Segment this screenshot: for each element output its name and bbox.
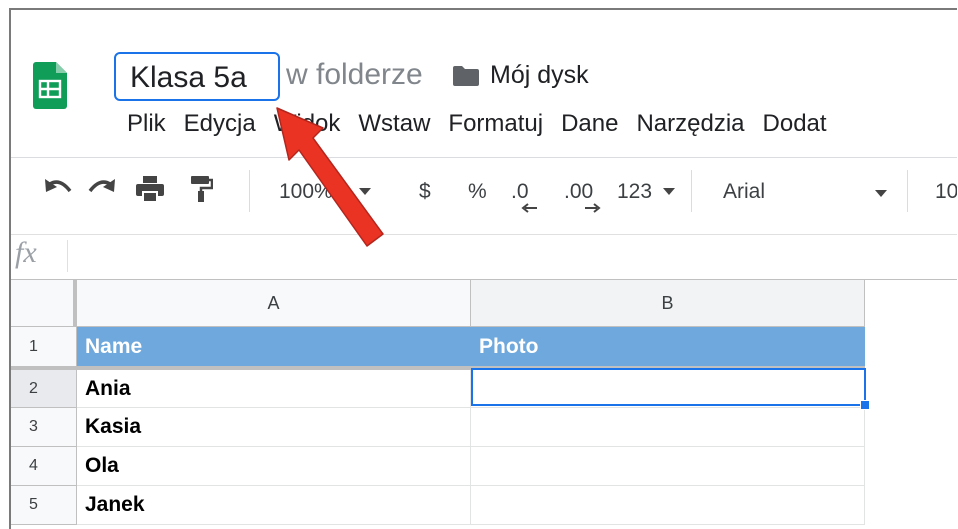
cell-a1[interactable]: Name [77, 327, 471, 367]
menu-edit[interactable]: Edycja [184, 110, 256, 146]
row-header-2[interactable]: 2 [11, 370, 77, 408]
percent-format-button[interactable]: % [468, 180, 487, 204]
cell-b3[interactable] [471, 408, 865, 447]
column-header-b[interactable]: B [471, 280, 865, 327]
print-icon[interactable] [135, 175, 165, 203]
menu-format[interactable]: Formatuj [448, 110, 543, 146]
cell-a4[interactable]: Ola [77, 447, 471, 486]
menu-file[interactable]: Plik [127, 110, 166, 146]
cell-a5[interactable]: Janek [77, 486, 471, 525]
arrow-left-icon [521, 203, 537, 213]
folder-name-link[interactable]: Mój dysk [490, 61, 589, 90]
document-title-input[interactable]: Klasa 5a [114, 52, 280, 101]
redo-icon[interactable] [87, 175, 117, 203]
row-header-4[interactable]: 4 [11, 447, 77, 486]
app-window: Klasa 5a w folderze Mój dysk Plik Edycja… [9, 8, 957, 529]
currency-format-button[interactable]: $ [419, 180, 431, 204]
toolbar-divider [691, 170, 692, 212]
selected-cell-outline [471, 368, 866, 406]
undo-icon[interactable] [43, 175, 73, 203]
formula-bar[interactable] [11, 234, 957, 280]
folder-icon [453, 66, 479, 86]
menu-data[interactable]: Dane [561, 110, 618, 146]
toolbar-divider [907, 170, 908, 212]
chevron-down-icon [875, 190, 887, 197]
menu-bar: Plik Edycja Widok Wstaw Formatuj Dane Na… [127, 110, 845, 146]
cell-a3[interactable]: Kasia [77, 408, 471, 447]
font-size-select[interactable]: 10 [935, 180, 957, 204]
fx-icon: fx [15, 236, 37, 269]
row-header-5[interactable]: 5 [11, 486, 77, 525]
menu-addons[interactable]: Dodat [763, 110, 827, 146]
cell-b4[interactable] [471, 447, 865, 486]
increase-decimals-button[interactable]: .00 [564, 180, 593, 204]
paint-format-icon[interactable] [189, 175, 213, 203]
toolbar-divider [249, 170, 250, 212]
number-format-select[interactable]: 123 [617, 180, 652, 204]
chevron-down-icon [663, 188, 675, 195]
formula-bar-divider [67, 240, 68, 272]
menu-tools[interactable]: Narzędzia [636, 110, 744, 146]
annotation-arrow-icon [276, 107, 384, 247]
sheets-logo-icon[interactable] [33, 62, 67, 136]
cell-a2[interactable]: Ania [77, 370, 471, 408]
arrow-right-icon [585, 203, 601, 213]
cell-b1[interactable]: Photo [471, 327, 865, 367]
cell-b5[interactable] [471, 486, 865, 525]
fill-handle[interactable] [860, 400, 870, 410]
font-family-select[interactable]: Arial [723, 180, 765, 204]
select-all-corner[interactable] [11, 280, 77, 327]
folder-prefix-label: w folderze [286, 58, 423, 91]
header-divider [11, 157, 957, 158]
column-header-a[interactable]: A [77, 280, 471, 327]
decrease-decimals-button[interactable]: .0 [511, 180, 529, 204]
row-header-3[interactable]: 3 [11, 408, 77, 447]
row-header-1[interactable]: 1 [11, 327, 77, 367]
